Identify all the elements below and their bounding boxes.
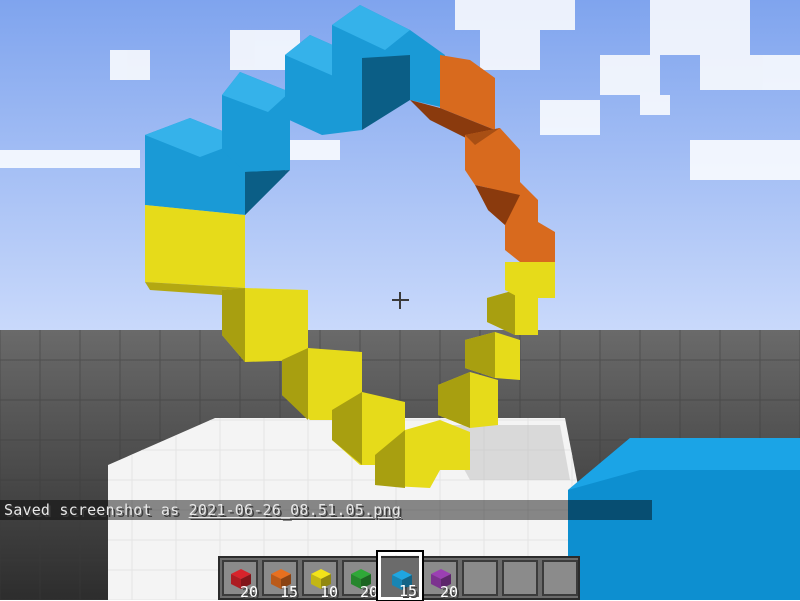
hotbar-slot-2[interactable]: 15 — [262, 560, 298, 600]
item-count: 20 — [439, 583, 458, 601]
chat-message: Saved screenshot as 2021-06-26_08.51.05.… — [4, 501, 401, 519]
screenshot-filename-link[interactable]: 2021-06-26_08.51.05.png — [189, 501, 401, 519]
hotbar-slot-6[interactable]: 20 — [422, 560, 458, 600]
hotbar-slot-7[interactable] — [462, 560, 498, 596]
hotbar-slot-5[interactable]: 15 — [376, 550, 424, 601]
hotbar-slot-4[interactable]: 20 — [342, 560, 378, 600]
item-count: 10 — [319, 583, 338, 601]
hotbar-slot-3[interactable]: 10 — [302, 560, 338, 600]
hotbar-slot-1[interactable]: 20 — [222, 560, 258, 600]
hotbar-slot-9[interactable] — [542, 560, 578, 596]
item-count: 20 — [359, 583, 378, 601]
chat-message-bar: Saved screenshot as 2021-06-26_08.51.05.… — [0, 500, 652, 520]
item-count: 15 — [279, 583, 298, 601]
hotbar: 20 15 10 20 15 20 — [218, 550, 580, 601]
chat-prefix: Saved screenshot as — [4, 501, 189, 519]
hotbar-slot-8[interactable] — [502, 560, 538, 596]
crosshair — [392, 292, 409, 309]
item-count: 20 — [239, 583, 258, 601]
item-count: 15 — [398, 582, 417, 600]
